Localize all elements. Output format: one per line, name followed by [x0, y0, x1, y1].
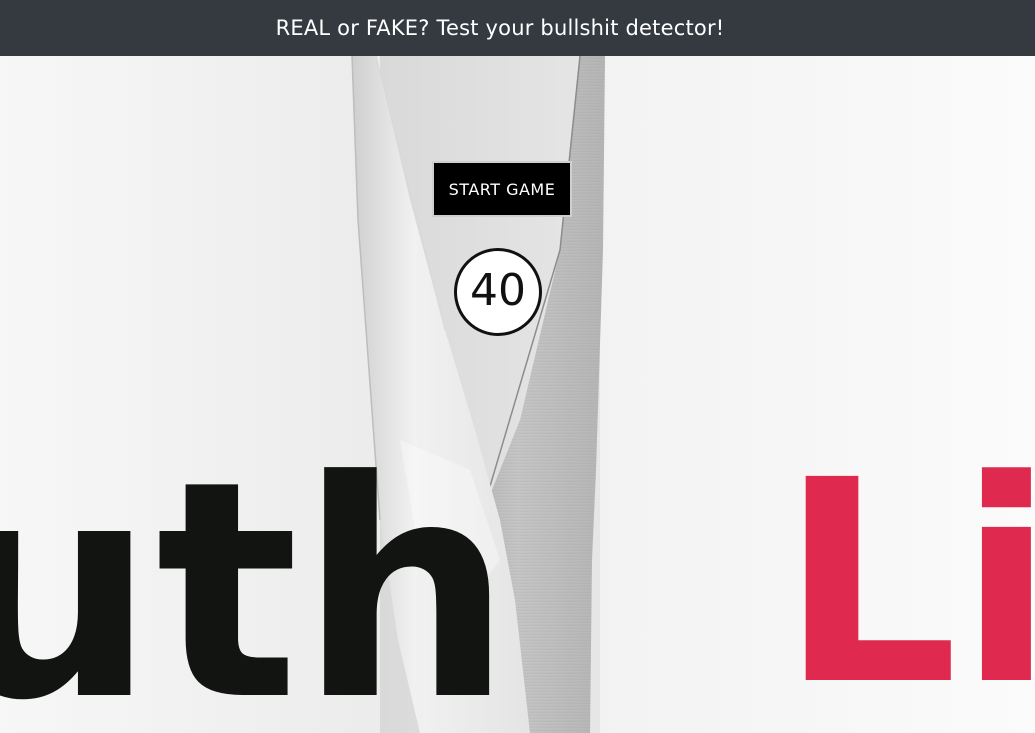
page-title: REAL or FAKE? Test your bullshit detecto… — [275, 16, 725, 40]
start-game-button[interactable]: START GAME — [432, 161, 572, 217]
background-scissors-photo: uth Li — [0, 56, 1035, 733]
word-truth-fragment: uth — [0, 417, 513, 733]
top-bar: REAL or FAKE? Test your bullshit detecto… — [0, 0, 1035, 56]
word-lie-fragment: Li — [780, 421, 1035, 733]
timer-value: 40 — [470, 264, 526, 316]
countdown-timer: 40 — [454, 248, 542, 336]
game-page: REAL or FAKE? Test your bullshit detecto… — [0, 0, 1035, 733]
